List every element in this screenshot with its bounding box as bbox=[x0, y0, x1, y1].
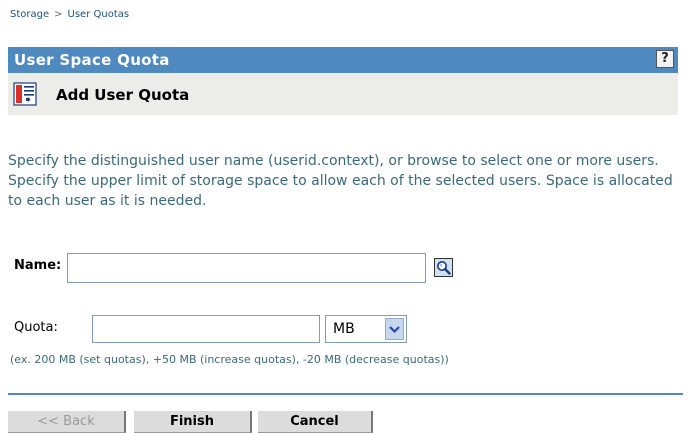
section-header: Add User Quota bbox=[8, 73, 678, 115]
quota-label: Quota: bbox=[14, 320, 58, 335]
breadcrumb-user-quotas[interactable]: User Quotas bbox=[68, 9, 130, 20]
magnifier-icon bbox=[437, 261, 451, 275]
quota-input[interactable] bbox=[92, 315, 320, 343]
breadcrumb: Storage > User Quotas bbox=[10, 9, 129, 20]
page-title: User Space Quota bbox=[14, 51, 170, 69]
instructions-text: Specify the distinguished user name (use… bbox=[8, 153, 673, 209]
browse-users-button[interactable] bbox=[434, 258, 453, 277]
name-label: Name: bbox=[14, 258, 62, 273]
section-title: Add User Quota bbox=[56, 86, 190, 104]
quota-hint: (ex. 200 MB (set quotas), +50 MB (increa… bbox=[10, 353, 449, 366]
footer-divider bbox=[8, 393, 683, 395]
quota-unit-select[interactable]: MB bbox=[325, 315, 407, 343]
breadcrumb-separator: > bbox=[54, 9, 63, 20]
help-button[interactable]: ? bbox=[656, 50, 674, 68]
back-button[interactable]: << Back bbox=[8, 411, 126, 433]
quota-unit-value: MB bbox=[333, 321, 355, 337]
form-icon bbox=[13, 82, 37, 106]
finish-button[interactable]: Finish bbox=[134, 411, 252, 433]
page-header: User Space Quota ? bbox=[8, 47, 678, 73]
cancel-button[interactable]: Cancel bbox=[258, 411, 373, 433]
chevron-down-icon bbox=[385, 318, 404, 340]
name-input[interactable] bbox=[67, 253, 426, 283]
breadcrumb-storage[interactable]: Storage bbox=[10, 9, 49, 20]
